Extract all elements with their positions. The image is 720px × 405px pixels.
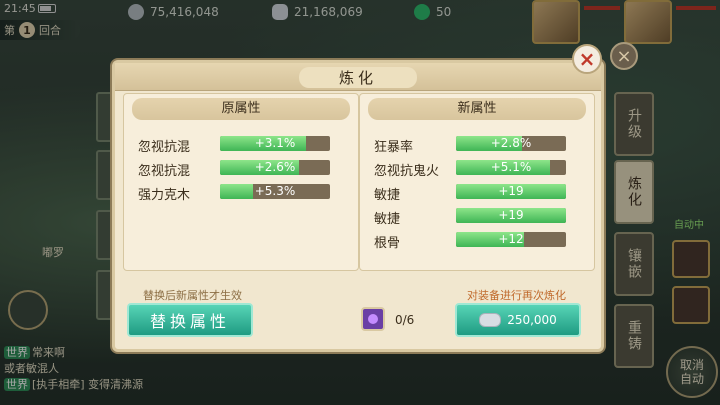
attribute-bar: +2.6%	[220, 160, 330, 175]
attribute-list: 狂暴率 +2.8% 忽视抗鬼火 +5.1% 敏捷 +19 敏捷 +19 根骨 +12	[374, 132, 580, 252]
attribute-bar: +5.3%	[220, 184, 330, 199]
replace-attributes-button[interactable]: 替换属性	[127, 303, 253, 337]
refine-hint: 对装备进行再次炼化	[467, 289, 566, 302]
new-attributes-panel: 新属性 狂暴率 +2.8% 忽视抗鬼火 +5.1% 敏捷 +19 敏捷 +19 根骨 +12	[359, 93, 595, 271]
attribute-row: 敏捷 +19	[374, 180, 580, 204]
attribute-bar: +5.1%	[456, 160, 566, 175]
attribute-list: 忽视抗混 +3.1% 忽视抗混 +2.6% 强力克木 +5.3%	[138, 132, 344, 204]
attribute-value: +2.8%	[490, 136, 532, 150]
attribute-value: +5.1%	[490, 160, 532, 174]
attribute-name: 狂暴率	[374, 140, 414, 155]
close-icon[interactable]: ×	[572, 44, 602, 74]
panel-title: 原属性	[132, 98, 350, 120]
attribute-value: +19	[498, 184, 524, 198]
attribute-bar: +19	[456, 208, 566, 223]
attribute-name: 根骨	[374, 236, 401, 251]
dialog-title: 炼化	[298, 67, 417, 88]
attribute-row: 狂暴率 +2.8%	[374, 132, 580, 156]
attribute-bar: +19	[456, 184, 566, 199]
attribute-row: 根骨 +12	[374, 228, 580, 252]
attribute-bar: +12	[456, 232, 566, 247]
attribute-value: +2.6%	[254, 160, 296, 174]
replace-hint: 替换后新属性才生效	[143, 289, 242, 302]
gem-icon[interactable]	[361, 307, 385, 331]
gem-count: 0/6	[395, 313, 415, 327]
attribute-row: 忽视抗混 +3.1%	[138, 132, 344, 156]
attribute-value: +12	[498, 232, 524, 246]
attribute-value: +3.1%	[254, 136, 296, 150]
silver-icon	[479, 313, 502, 327]
attribute-name: 忽视抗鬼火	[374, 164, 440, 179]
panel-title: 新属性	[368, 98, 586, 120]
attribute-name: 强力克木	[138, 188, 191, 203]
attribute-bar: +2.8%	[456, 136, 566, 151]
attribute-bar: +3.1%	[220, 136, 330, 151]
attribute-value: +5.3%	[254, 184, 296, 198]
attribute-name: 敏捷	[374, 212, 401, 227]
attribute-row: 强力克木 +5.3%	[138, 180, 344, 204]
attribute-name: 敏捷	[374, 188, 401, 203]
attribute-row: 忽视抗鬼火 +5.1%	[374, 156, 580, 180]
attribute-name: 忽视抗混	[138, 140, 191, 155]
attribute-row: 敏捷 +19	[374, 204, 580, 228]
refine-dialog: 炼化 原属性 忽视抗混 +3.1% 忽视抗混 +2.6% 强力克木 +5.3% 新属性 狂…	[112, 60, 604, 352]
refine-cost: 250,000	[507, 313, 557, 327]
close-icon[interactable]: ×	[610, 42, 638, 70]
attribute-name: 忽视抗混	[138, 164, 191, 179]
refine-button[interactable]: 250,000	[455, 303, 581, 337]
attribute-value: +19	[498, 208, 524, 222]
original-attributes-panel: 原属性 忽视抗混 +3.1% 忽视抗混 +2.6% 强力克木 +5.3%	[123, 93, 359, 271]
dialog-header: 炼化	[115, 63, 601, 91]
attribute-row: 忽视抗混 +2.6%	[138, 156, 344, 180]
